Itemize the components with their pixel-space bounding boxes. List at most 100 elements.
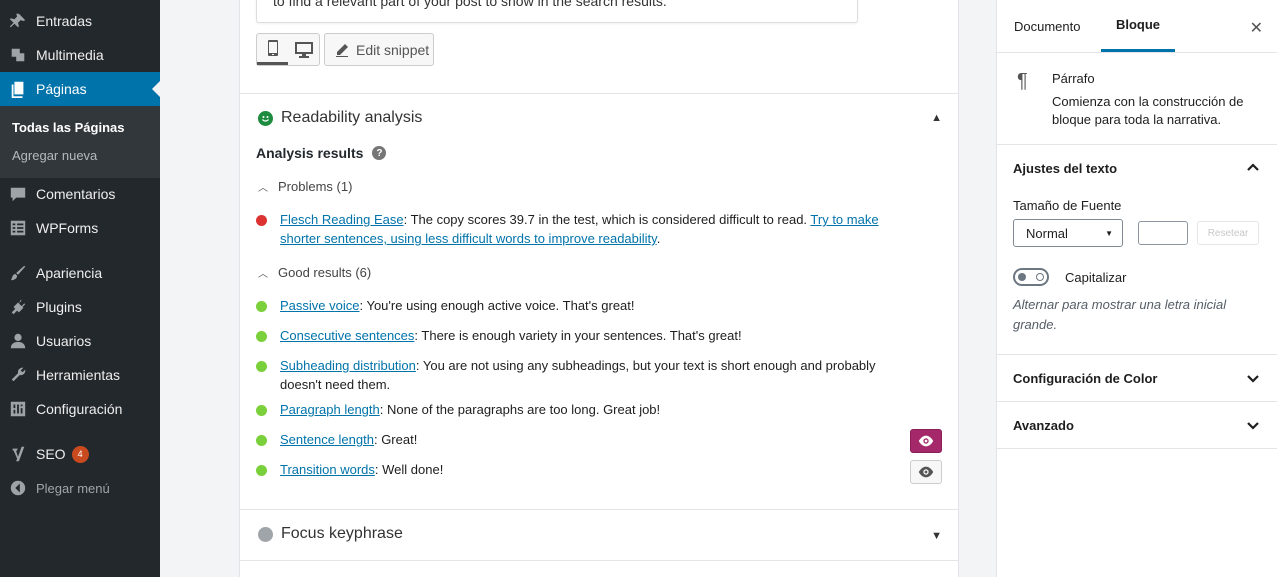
snippet-description-field[interactable]: to find a relevant part of your post to … bbox=[256, 0, 858, 23]
chevron-down-icon bbox=[1245, 417, 1261, 436]
submenu-add-new[interactable]: Agregar nueva bbox=[12, 148, 97, 163]
close-icon[interactable]: ✕ bbox=[1250, 18, 1263, 38]
green-bullet-icon bbox=[256, 331, 267, 342]
smiley-status-icon bbox=[258, 110, 273, 126]
collapse-arrow-icon[interactable]: ▲ bbox=[931, 112, 942, 124]
menu-label: Usuarios bbox=[36, 333, 92, 349]
result-link[interactable]: Consecutive sentences bbox=[280, 328, 414, 343]
readability-title: Readability analysis bbox=[281, 109, 423, 126]
red-bullet-icon bbox=[256, 215, 267, 226]
collapse-menu-button[interactable]: Plegar menú bbox=[0, 471, 160, 505]
tab-bloque[interactable]: Bloque bbox=[1101, 0, 1175, 52]
custom-font-size-input[interactable] bbox=[1138, 221, 1188, 245]
menu-label: WPForms bbox=[36, 220, 99, 236]
menu-item-multimedia[interactable]: Multimedia bbox=[0, 38, 160, 72]
good-result: Subheading distribution: You are not usi… bbox=[256, 356, 916, 394]
highlight-toggle-button-active[interactable] bbox=[910, 429, 942, 453]
font-size-select[interactable]: Normal ▼ bbox=[1013, 219, 1123, 247]
block-inspector-sidebar: Documento Bloque ✕ ¶ Párrafo Comienza co… bbox=[996, 0, 1277, 577]
green-bullet-icon bbox=[256, 405, 267, 416]
chevron-up-icon: ︿ bbox=[258, 183, 268, 194]
result-link[interactable]: Subheading distribution bbox=[280, 358, 416, 373]
brush-icon bbox=[0, 264, 36, 282]
green-bullet-icon bbox=[256, 361, 267, 372]
menu-item-apariencia[interactable]: Apariencia bbox=[0, 256, 160, 290]
yoast-icon bbox=[0, 445, 36, 463]
menu-label: Apariencia bbox=[36, 265, 103, 281]
menu-label: Entradas bbox=[36, 13, 93, 29]
result-link[interactable]: Sentence length bbox=[280, 432, 374, 447]
problems-group-toggle[interactable]: ︿ Problems (1) bbox=[258, 179, 352, 194]
reset-font-size-button[interactable]: Resetear bbox=[1197, 221, 1259, 245]
block-description: Comienza con la construcción de bloque p… bbox=[1052, 94, 1244, 127]
tab-documento[interactable]: Documento bbox=[1014, 0, 1080, 52]
plugin-icon bbox=[0, 298, 36, 316]
menu-item-entradas[interactable]: Entradas bbox=[0, 4, 160, 38]
good-results-group-toggle[interactable]: ︿ Good results (6) bbox=[258, 265, 371, 280]
drop-cap-toggle[interactable] bbox=[1013, 268, 1049, 286]
menu-label: Configuración bbox=[36, 401, 123, 417]
focus-keyphrase-title: Focus keyphrase bbox=[281, 525, 403, 542]
result-link[interactable]: Passive voice bbox=[280, 298, 359, 313]
focus-keyphrase-toggle[interactable]: Focus keyphrase bbox=[258, 525, 403, 543]
divider bbox=[997, 354, 1277, 355]
font-size-value: Normal bbox=[1026, 225, 1068, 241]
advanced-title: Avanzado bbox=[1013, 418, 1074, 433]
desktop-preview-button[interactable] bbox=[288, 34, 319, 65]
submenu-all-pages[interactable]: Todas las Páginas bbox=[12, 120, 124, 135]
good-result: Consecutive sentences: There is enough v… bbox=[256, 326, 916, 345]
divider bbox=[997, 448, 1277, 449]
menu-item-plugins[interactable]: Plugins bbox=[0, 290, 160, 324]
editor-area: to find a relevant part of your post to … bbox=[160, 0, 996, 577]
problem-result: Flesch Reading Ease: The copy scores 39.… bbox=[256, 210, 916, 248]
menu-label: Herramientas bbox=[36, 367, 121, 383]
menu-item-seo[interactable]: SEO 4 bbox=[0, 437, 160, 471]
menu-label: Páginas bbox=[36, 81, 87, 97]
menu-item-comentarios[interactable]: Comentarios bbox=[0, 177, 160, 211]
mobile-preview-button[interactable] bbox=[257, 34, 288, 65]
menu-label: Comentarios bbox=[36, 186, 116, 202]
green-bullet-icon bbox=[256, 435, 267, 446]
good-result: Passive voice: You're using enough activ… bbox=[256, 296, 916, 315]
block-name: Párrafo bbox=[1052, 71, 1095, 86]
forms-icon bbox=[0, 219, 36, 237]
result-link[interactable]: Transition words bbox=[280, 462, 375, 477]
snippet-description-text: to find a relevant part of your post to … bbox=[273, 0, 667, 9]
good-result: Sentence length: Great! bbox=[256, 430, 916, 449]
divider bbox=[997, 52, 1277, 53]
green-bullet-icon bbox=[256, 465, 267, 476]
result-link[interactable]: Flesch Reading Ease bbox=[280, 212, 404, 227]
pin-icon bbox=[0, 12, 36, 30]
readability-analysis-toggle[interactable]: Readability analysis bbox=[258, 109, 422, 127]
menu-label: Plugins bbox=[36, 299, 82, 315]
divider bbox=[997, 401, 1277, 402]
divider bbox=[240, 509, 958, 510]
chevron-down-icon bbox=[1245, 370, 1261, 389]
pencil-icon bbox=[336, 43, 348, 57]
comments-icon bbox=[0, 185, 36, 203]
edit-snippet-label: Edit snippet bbox=[356, 41, 430, 58]
menu-item-herramientas[interactable]: Herramientas bbox=[0, 358, 160, 392]
expand-arrow-icon[interactable]: ▼ bbox=[931, 530, 942, 542]
highlight-toggle-button[interactable] bbox=[910, 460, 942, 484]
eye-icon bbox=[918, 435, 934, 447]
collapse-icon bbox=[0, 479, 36, 497]
divider bbox=[240, 560, 958, 561]
collapse-label: Plegar menú bbox=[36, 480, 110, 496]
color-settings-title: Configuración de Color bbox=[1013, 371, 1158, 386]
menu-item-paginas[interactable]: Páginas bbox=[0, 72, 160, 106]
menu-item-wpforms[interactable]: WPForms bbox=[0, 211, 160, 245]
menu-item-usuarios[interactable]: Usuarios bbox=[0, 324, 160, 358]
menu-label: Multimedia bbox=[36, 47, 104, 63]
dropdown-arrow-icon: ▼ bbox=[1105, 228, 1113, 238]
pages-icon bbox=[0, 80, 36, 98]
edit-snippet-button[interactable]: Edit snippet bbox=[324, 33, 434, 66]
result-link[interactable]: Paragraph length bbox=[280, 402, 380, 417]
menu-item-configuracion[interactable]: Configuración bbox=[0, 392, 160, 426]
help-icon[interactable]: ? bbox=[372, 146, 387, 160]
chevron-up-icon: ︿ bbox=[258, 269, 268, 280]
menu-label: SEO bbox=[36, 446, 66, 462]
chevron-up-icon bbox=[1245, 160, 1261, 179]
seo-notification-badge: 4 bbox=[71, 445, 89, 463]
wrench-icon bbox=[0, 366, 36, 384]
